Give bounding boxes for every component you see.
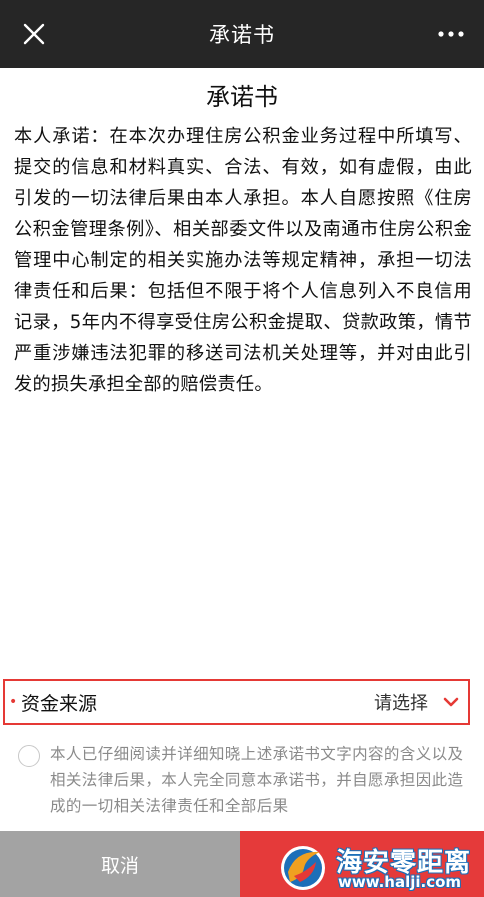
agree-checkbox[interactable] [18, 745, 40, 767]
cancel-button[interactable]: 取消 [0, 831, 240, 897]
fund-source-select[interactable]: • 资金来源 请选择 [3, 679, 470, 725]
document-heading: 承诺书 [206, 83, 278, 111]
page: 承诺书 承诺书 本人承诺：在本次办理住房公积金业务过程中所填写、提交的信息和材料… [0, 0, 484, 897]
cancel-button-label: 取消 [100, 854, 139, 877]
required-mark: • [9, 694, 18, 710]
watermark: 海安零距离 www.halji.com [276, 840, 482, 894]
fund-source-value: 请选择 [374, 693, 428, 714]
watermark-logo-icon [281, 846, 325, 890]
commitment-text: 本人承诺：在本次办理住房公积金业务过程中所填写、提交的信息和材料真实、合法、有效… [14, 126, 472, 395]
fund-source-label: 资金来源 [21, 692, 98, 715]
more-dots-icon [438, 31, 464, 37]
top-bar: 承诺书 [0, 0, 484, 68]
watermark-url: www.halji.com [338, 873, 462, 891]
page-title: 承诺书 [209, 23, 275, 47]
agreement: 本人已仔细阅读并详细知晓上述承诺书文字内容的含义以及相关法律后果，本人完全同意本… [18, 741, 468, 819]
chevron-down-icon [443, 697, 459, 707]
agreement-text: 本人已仔细阅读并详细知晓上述承诺书文字内容的含义以及相关法律后果，本人完全同意本… [50, 745, 464, 815]
more-button[interactable] [434, 20, 468, 48]
close-button[interactable] [18, 18, 50, 50]
close-icon [23, 23, 45, 45]
